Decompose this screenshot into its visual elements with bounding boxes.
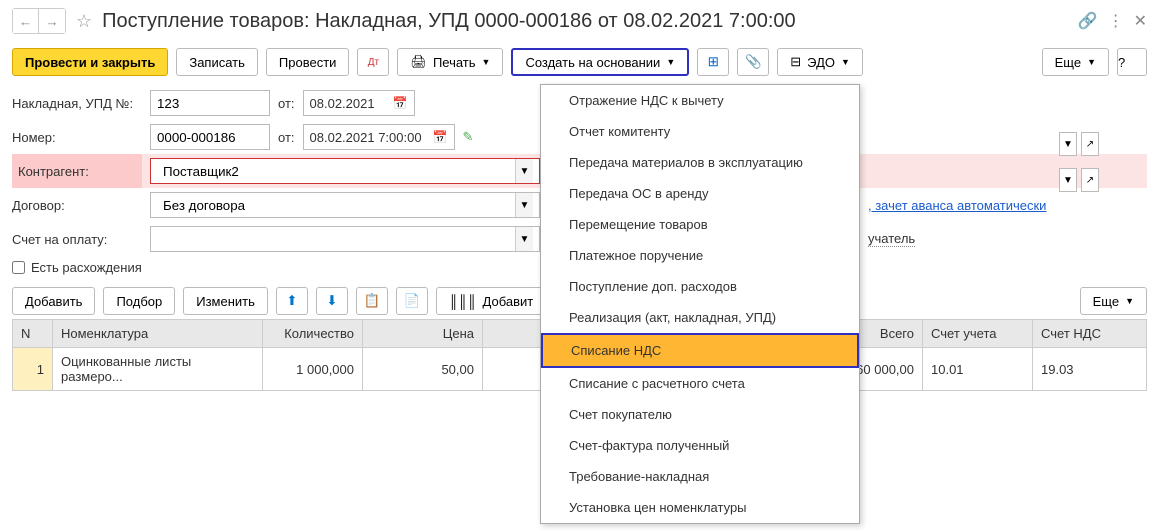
- dropdown-button[interactable]: ▼: [1059, 132, 1077, 156]
- invoice-for-payment-select[interactable]: ▼: [150, 226, 540, 252]
- close-icon[interactable]: ✕: [1134, 11, 1147, 31]
- col-account[interactable]: Счет учета: [923, 320, 1033, 348]
- open-button[interactable]: ↗: [1081, 168, 1099, 192]
- menu-item[interactable]: Поступление доп. расходов: [541, 271, 859, 302]
- save-button[interactable]: Записать: [176, 48, 258, 76]
- calendar-icon[interactable]: 📅: [393, 96, 408, 110]
- nav-back-button[interactable]: ←: [13, 9, 39, 33]
- invoice-date-input[interactable]: 08.02.2021 📅: [303, 90, 415, 116]
- col-price[interactable]: Цена: [363, 320, 483, 348]
- page-title: Поступление товаров: Накладная, УПД 0000…: [102, 10, 1068, 33]
- chevron-down-icon[interactable]: ▼: [515, 159, 533, 183]
- structure-button[interactable]: ⊞: [697, 48, 729, 76]
- contractor-label: Контрагент:: [12, 154, 142, 188]
- invoice-for-payment-label: Счет на оплату:: [12, 232, 142, 247]
- print-button[interactable]: 🖨Печать▼: [397, 48, 503, 76]
- link-icon[interactable]: 🔗: [1078, 11, 1098, 31]
- chevron-down-icon[interactable]: ▼: [515, 227, 533, 251]
- recipient-link[interactable]: учатель: [868, 231, 915, 247]
- nav-buttons: ← →: [12, 8, 66, 34]
- menu-item[interactable]: Установка цен номенклатуры: [541, 492, 859, 523]
- pick-button[interactable]: Подбор: [103, 287, 175, 315]
- menu-item[interactable]: Списание НДС: [541, 333, 859, 368]
- contract-select[interactable]: ▼: [150, 192, 540, 218]
- post-and-close-button[interactable]: Провести и закрыть: [12, 48, 168, 76]
- menu-item[interactable]: Перемещение товаров: [541, 209, 859, 240]
- menu-item[interactable]: Платежное поручение: [541, 240, 859, 271]
- more-button[interactable]: Еще▼: [1042, 48, 1109, 76]
- create-based-on-button[interactable]: Создать на основании▼: [511, 48, 689, 76]
- contract-settings-link[interactable]: , зачет аванса автоматически: [868, 198, 1046, 213]
- number-input[interactable]: [150, 124, 270, 150]
- paperclip-icon: 📎: [745, 54, 762, 70]
- menu-item[interactable]: Передача материалов в эксплуатацию: [541, 147, 859, 178]
- discrepancies-label: Есть расхождения: [31, 260, 142, 275]
- contractor-select[interactable]: ▼: [150, 158, 540, 184]
- menu-item[interactable]: Требование-накладная: [541, 461, 859, 492]
- dropdown-button[interactable]: ▼: [1059, 168, 1077, 192]
- menu-item[interactable]: Счет-фактура полученный: [541, 430, 859, 461]
- edo-icon: ⊟: [790, 54, 801, 70]
- move-down-button[interactable]: ⬇: [316, 287, 348, 315]
- menu-item[interactable]: Реализация (акт, накладная, УПД): [541, 302, 859, 333]
- menu-item[interactable]: Списание с расчетного счета: [541, 368, 859, 399]
- edit-row-button[interactable]: Изменить: [183, 287, 268, 315]
- add-by-barcode-button[interactable]: ║║║Добавит: [436, 287, 546, 315]
- move-up-button[interactable]: ⬆: [276, 287, 308, 315]
- col-vat-account[interactable]: Счет НДС: [1033, 320, 1147, 348]
- col-nomenclature[interactable]: Номенклатура: [53, 320, 263, 348]
- invoice-no-label: Накладная, УПД №:: [12, 96, 142, 111]
- barcode-icon: ║║║: [449, 294, 477, 309]
- more-icon[interactable]: ⋮: [1108, 11, 1124, 31]
- open-button[interactable]: ↗: [1081, 132, 1099, 156]
- debit-credit-button[interactable]: Дт: [357, 48, 389, 76]
- invoice-no-input[interactable]: [150, 90, 270, 116]
- add-row-button[interactable]: Добавить: [12, 287, 95, 315]
- menu-item[interactable]: Передача ОС в аренду: [541, 178, 859, 209]
- create-based-on-menu: Отражение НДС к вычетуОтчет комитентуПер…: [540, 84, 860, 524]
- paste-button[interactable]: 📄: [396, 287, 428, 315]
- help-button[interactable]: ?: [1117, 48, 1147, 76]
- discrepancies-checkbox[interactable]: [12, 261, 25, 274]
- col-qty[interactable]: Количество: [263, 320, 363, 348]
- chevron-down-icon[interactable]: ▼: [515, 193, 533, 217]
- edit-icon[interactable]: ✎: [463, 129, 474, 145]
- menu-item[interactable]: Счет покупателю: [541, 399, 859, 430]
- favorite-icon[interactable]: ☆: [76, 11, 92, 32]
- from-label-1: от:: [278, 96, 295, 111]
- copy-button[interactable]: 📋: [356, 287, 388, 315]
- number-label: Номер:: [12, 130, 142, 145]
- table-more-button[interactable]: Еще▼: [1080, 287, 1147, 315]
- contract-label: Договор:: [12, 198, 142, 213]
- printer-icon: 🖨: [410, 54, 427, 70]
- menu-item[interactable]: Отражение НДС к вычету: [541, 85, 859, 116]
- edo-button[interactable]: ⊟ЭДО▼: [777, 48, 863, 76]
- menu-item[interactable]: Отчет комитенту: [541, 116, 859, 147]
- post-button[interactable]: Провести: [266, 48, 350, 76]
- calendar-icon[interactable]: 📅: [433, 130, 448, 144]
- nav-forward-button[interactable]: →: [39, 9, 65, 33]
- attachment-button[interactable]: 📎: [737, 48, 769, 76]
- number-date-input[interactable]: 08.02.2021 7:00:00 📅: [303, 124, 455, 150]
- from-label-2: от:: [278, 130, 295, 145]
- col-n[interactable]: N: [13, 320, 53, 348]
